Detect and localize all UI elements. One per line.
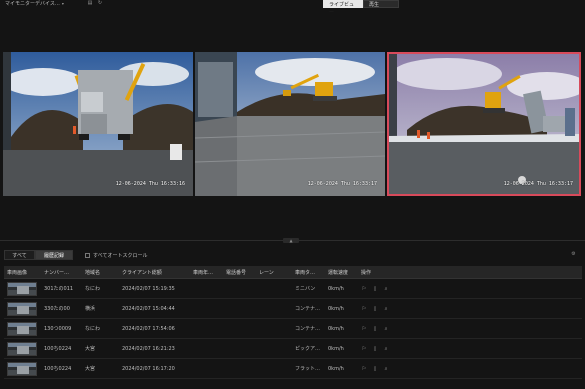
- column-speed[interactable]: 運転速度: [325, 269, 358, 276]
- document-icon[interactable]: ▯: [372, 366, 378, 372]
- table-row[interactable]: 130つ0009 なにわ 2024/02/07 17:54:06 コンテナ… 0…: [4, 319, 582, 339]
- vehicle-thumbnail[interactable]: [7, 301, 37, 316]
- table-row[interactable]: 100ち0224 大宮 2024/02/07 16:17:20 フラット… 0k…: [4, 359, 582, 379]
- search-icon[interactable]: ⌕: [383, 306, 389, 312]
- plate-cell: 100ち0224: [44, 366, 72, 372]
- camera-feed-1: [3, 52, 193, 196]
- plate-cell: 330たの00: [44, 306, 70, 312]
- vehicle-thumbnail[interactable]: [7, 321, 37, 336]
- client-cell: 2024/02/07 15:19:35: [122, 285, 175, 292]
- client-cell: 2024/02/07 15:04:44: [122, 305, 175, 312]
- region-cell: 大宮: [85, 366, 96, 372]
- client-cell: 2024/02/07 16:21:23: [122, 345, 175, 352]
- collapse-handle-icon[interactable]: ▲: [283, 238, 299, 243]
- settings-icon[interactable]: ⚙: [570, 251, 577, 258]
- search-icon[interactable]: ⌕: [383, 326, 389, 332]
- document-icon[interactable]: ▯: [372, 286, 378, 292]
- refresh-icon[interactable]: ↻: [97, 0, 103, 6]
- region-cell: 横浜: [85, 306, 96, 312]
- document-icon[interactable]: ▯: [372, 346, 378, 352]
- camera-timestamp: 12-06-2024 Thu 16:33:17: [307, 181, 377, 187]
- region-cell: なにわ: [85, 326, 101, 332]
- speed-cell: 0km/h: [328, 285, 344, 292]
- plate-cell: 100ち0224: [44, 346, 72, 352]
- search-icon[interactable]: ⌕: [383, 366, 389, 372]
- vehicle-type-cell: フラット…: [295, 366, 321, 372]
- auto-scroll-label: すべてオートスクロール: [93, 253, 148, 259]
- search-icon[interactable]: ⌕: [383, 286, 389, 292]
- flag-icon[interactable]: ⚐: [361, 286, 367, 292]
- camera-feed-2: [195, 52, 385, 196]
- table-row[interactable]: 301たの011 なにわ 2024/02/07 15:19:35 ミニバン 0k…: [4, 279, 582, 299]
- speed-cell: 0km/h: [328, 305, 344, 312]
- top-bar: マイモニターデバイス… ▾ ▤ ↻ ライブビュー 再生: [0, 0, 585, 16]
- record-filter-tabs: すべて 履歴記録: [4, 250, 73, 260]
- camera-tile-2[interactable]: 12-06-2024 Thu 16:33:17: [195, 52, 385, 196]
- table-row[interactable]: 330たの00 横浜 2024/02/07 15:04:44 コンテナ… 0km…: [4, 299, 582, 319]
- camera-tile-3[interactable]: 12-06-2024 Thu 16:33:17: [387, 52, 581, 196]
- plate-cell: 130つ0009: [44, 326, 72, 332]
- flag-icon[interactable]: ⚐: [361, 306, 367, 312]
- auto-scroll-toggle[interactable]: すべてオートスクロール: [85, 252, 147, 259]
- tab-all[interactable]: すべて: [4, 250, 35, 260]
- column-phone[interactable]: 電話番号: [223, 269, 256, 276]
- plate-cell: 301たの011: [44, 286, 74, 292]
- site-label: マイモニターデバイス…: [5, 1, 60, 7]
- column-actions: 操作: [361, 269, 372, 276]
- camera-feed-3: [387, 52, 581, 196]
- search-icon[interactable]: ⌕: [383, 346, 389, 352]
- playback-button[interactable]: 再生: [363, 0, 399, 8]
- vehicle-type-cell: コンテナ…: [295, 326, 321, 332]
- column-vehicle-type[interactable]: 車両タ…: [292, 269, 325, 276]
- column-region[interactable]: 地域名: [82, 269, 119, 276]
- tab-history[interactable]: 履歴記録: [35, 250, 73, 260]
- column-lane[interactable]: レーン: [256, 269, 292, 276]
- site-selector[interactable]: マイモニターデバイス… ▾: [5, 0, 64, 7]
- live-view-button[interactable]: ライブビュー: [323, 0, 363, 16]
- document-icon[interactable]: ▯: [372, 306, 378, 312]
- chevron-down-icon: ▾: [61, 1, 64, 6]
- vehicle-thumbnail[interactable]: [7, 361, 37, 376]
- client-cell: 2024/02/07 16:17:20: [122, 365, 175, 372]
- table-header: 車両画像 ナンバー… 地域名 クライアント総額 車両年… 電話番号 レーン 車両…: [4, 266, 582, 279]
- camera-tile-1[interactable]: 12-06-2024 Thu 16:33:16: [3, 52, 193, 196]
- vehicle-type-cell: コンテナ…: [295, 306, 321, 312]
- region-cell: 大宮: [85, 346, 96, 352]
- auto-scroll-checkbox[interactable]: [85, 253, 90, 258]
- table-row[interactable]: 100ち0224 大宮 2024/02/07 16:21:23 ピックア… 0k…: [4, 339, 582, 359]
- column-vehicle-image[interactable]: 車両画像: [4, 269, 41, 276]
- column-client-total[interactable]: クライアント総額: [119, 269, 190, 276]
- vehicle-thumbnail[interactable]: [7, 281, 37, 296]
- speed-cell: 0km/h: [328, 325, 344, 332]
- region-cell: なにわ: [85, 286, 101, 292]
- column-vehicle-year[interactable]: 車両年…: [190, 269, 223, 276]
- flag-icon[interactable]: ⚐: [361, 366, 367, 372]
- vehicle-record-table: 車両画像 ナンバー… 地域名 クライアント総額 車両年… 電話番号 レーン 車両…: [4, 266, 582, 379]
- document-icon[interactable]: ▯: [372, 326, 378, 332]
- speed-cell: 0km/h: [328, 365, 344, 372]
- camera-timestamp: 12-06-2024 Thu 16:33:17: [503, 181, 573, 187]
- vehicle-type-cell: ピックア…: [295, 346, 321, 352]
- flag-icon[interactable]: ⚐: [361, 346, 367, 352]
- vehicle-thumbnail[interactable]: [7, 341, 37, 356]
- speed-cell: 0km/h: [328, 345, 344, 352]
- client-cell: 2024/02/07 17:54:06: [122, 325, 175, 332]
- view-mode-toggle: ライブビュー 再生: [323, 0, 399, 16]
- column-plate[interactable]: ナンバー…: [41, 269, 82, 276]
- flag-icon[interactable]: ⚐: [361, 326, 367, 332]
- vehicle-type-cell: ミニバン: [295, 286, 316, 292]
- camera-timestamp: 12-06-2024 Thu 16:33:16: [115, 181, 185, 187]
- list-icon[interactable]: ▤: [87, 0, 93, 6]
